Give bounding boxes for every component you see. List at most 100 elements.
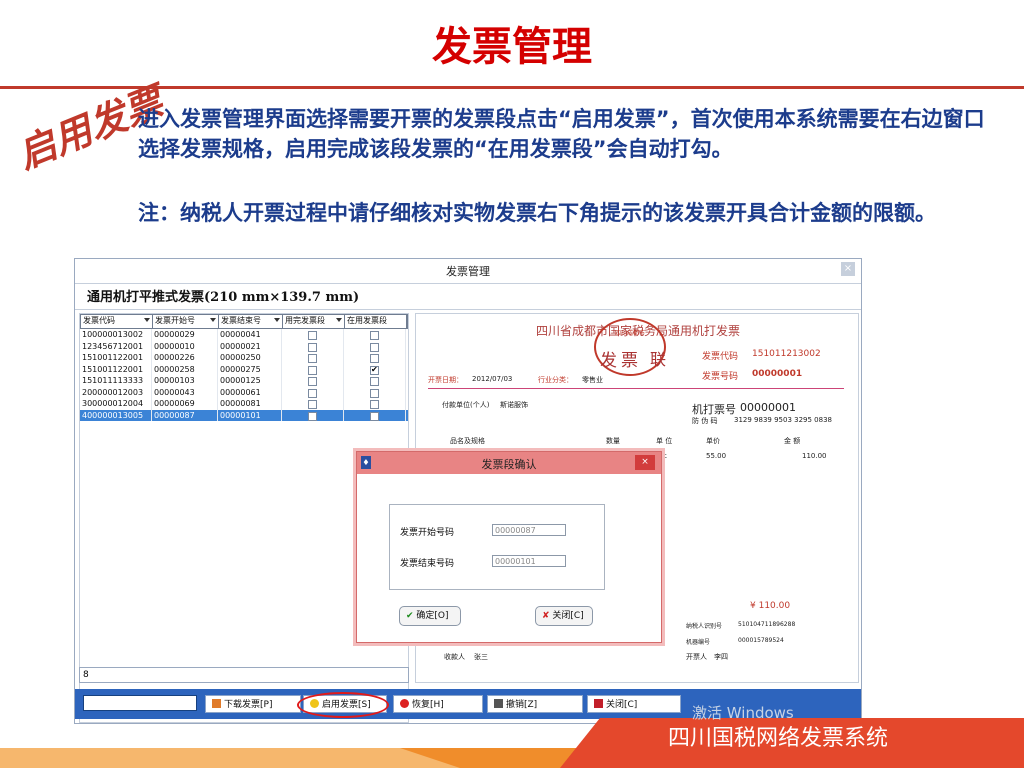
cell-start: 00000226 <box>152 352 218 364</box>
header-used-up[interactable]: 用完发票段 <box>283 315 345 328</box>
issuer-label: 开票人 <box>686 653 707 661</box>
used-up-checkbox[interactable] <box>308 411 317 421</box>
cell-in_use <box>344 363 406 375</box>
payer-value: 斯诺服饰 <box>500 401 528 409</box>
cell-used_up <box>282 340 344 352</box>
cell-used_up <box>282 363 344 375</box>
in-use-checkbox[interactable] <box>370 411 379 421</box>
cell-code: 100000013002 <box>80 329 152 341</box>
instruction-paragraph: 进入发票管理界面选择需要开票的发票段点击“启用发票”，首次使用本系统需要在右边窗… <box>138 107 985 161</box>
invoice-number-label: 发票号码 <box>702 372 739 382</box>
invoice-spec-title: 通用机打平推式发票(210 mm×139.7 mm) <box>87 290 360 305</box>
close-button[interactable]: 关闭[C] <box>587 695 681 713</box>
machine-code-label: 机器编号 <box>686 639 711 646</box>
sort-dropdown-icon[interactable] <box>210 318 216 322</box>
col-item: 品名及规格 <box>450 437 485 445</box>
progress-field <box>83 695 197 711</box>
cell-in_use <box>344 340 406 352</box>
cell-start: 00000103 <box>152 375 218 387</box>
cell-code: 400000013005 <box>80 409 152 421</box>
cell-in_use <box>344 329 406 341</box>
cell-start: 00000010 <box>152 340 218 352</box>
in-use-checkbox[interactable] <box>370 364 379 375</box>
ok-button[interactable]: ✔ 确定[O] <box>399 606 461 626</box>
table-row[interactable]: 123456712001 00000010 00000021 <box>80 340 408 352</box>
cell-used_up <box>282 329 344 341</box>
cell-end: 00000061 <box>218 386 282 398</box>
close-door-icon <box>594 699 603 708</box>
table-body: 100000013002 00000029 00000041 123456712001… <box>80 329 408 421</box>
table-row[interactable]: 151011113333 00000103 00000125 <box>80 375 408 387</box>
machine-number-value: 00000001 <box>740 401 796 414</box>
issue-date-label: 开票日期： <box>428 376 463 384</box>
col-amount: 金 额 <box>784 437 801 445</box>
header-start-number[interactable]: 发票开始号 <box>153 315 219 328</box>
issue-date-value: 2012/07/03 <box>472 375 513 383</box>
cell-end: 00000275 <box>218 363 282 375</box>
machine-number-label: 机打票号 <box>692 403 736 416</box>
table-row[interactable]: 151001122001 00000258 00000275 <box>80 363 408 375</box>
table-row[interactable]: 300000012004 00000069 00000081 <box>80 398 408 410</box>
row-price: 55.00 <box>706 452 727 460</box>
used-up-checkbox[interactable] <box>308 365 317 375</box>
end-number-input[interactable]: 00000101 <box>492 555 566 567</box>
dialog-close-button[interactable]: ✘ 关闭[C] <box>535 606 593 626</box>
restore-icon <box>400 699 409 708</box>
in-use-checkbox[interactable] <box>370 377 379 386</box>
table-row[interactable]: 151001122001 00000226 00000250 <box>80 352 408 364</box>
invoice-code-value: 151011213002 <box>752 349 821 359</box>
segment-confirm-dialog: ♦ 发票段确认 × 发票开始号码 00000087 发票结束号码 0000010… <box>356 451 662 643</box>
in-use-checkbox[interactable] <box>370 400 379 409</box>
header-invoice-code[interactable]: 发票代码 <box>81 315 153 328</box>
cell-end: 00000125 <box>218 375 282 387</box>
restore-button[interactable]: 恢复[H] <box>393 695 483 713</box>
used-up-checkbox[interactable] <box>308 388 317 398</box>
trash-icon <box>494 699 503 708</box>
x-icon: ✘ <box>542 611 550 621</box>
start-number-input[interactable]: 00000087 <box>492 524 566 536</box>
cell-start: 00000258 <box>152 363 218 375</box>
cell-end: 00000081 <box>218 398 282 410</box>
invoice-label: 发票 <box>600 351 642 371</box>
anti-fake-value: 3129 9839 9503 3295 0838 <box>734 416 832 424</box>
table-row[interactable]: 200000012003 00000043 00000061 <box>80 386 408 398</box>
table-row[interactable]: 400000013005 00000087 00000101 <box>80 409 408 421</box>
range-groupbox: 发票开始号码 00000087 发票结束号码 00000101 <box>389 504 605 590</box>
payee-value: 张三 <box>474 653 488 661</box>
in-use-checkbox[interactable] <box>370 331 379 340</box>
used-up-checkbox[interactable] <box>308 377 317 386</box>
header-end-number[interactable]: 发票结束号 <box>219 315 283 328</box>
cell-in_use <box>344 398 406 410</box>
in-use-checkbox[interactable] <box>370 354 379 363</box>
used-up-checkbox[interactable] <box>308 342 317 352</box>
used-up-checkbox[interactable] <box>308 354 317 363</box>
row-amount: 110.00 <box>802 452 827 460</box>
payer-label: 付款单位(个人) <box>442 401 490 409</box>
sort-dropdown-icon[interactable] <box>144 318 150 322</box>
download-invoice-button[interactable]: 下载发票[P] <box>205 695 301 713</box>
cell-code: 123456712001 <box>80 340 152 352</box>
window-close-button[interactable]: × <box>841 262 855 276</box>
cancel-invoice-button[interactable]: 撤销[Z] <box>487 695 583 713</box>
sort-dropdown-icon[interactable] <box>336 318 342 322</box>
enable-button-highlight <box>297 692 389 718</box>
header-in-use[interactable]: 在用发票段 <box>345 315 407 328</box>
taxpayer-id-label: 纳税人识别号 <box>686 623 723 630</box>
taxpayer-id-value: 510104711896288 <box>738 621 796 628</box>
used-up-checkbox[interactable] <box>308 400 317 409</box>
table-header: 发票代码 发票开始号 发票结束号 用完发票段 在用发票段 <box>80 314 408 329</box>
col-unit: 单 位 <box>656 437 673 445</box>
stamp-text: 四川成都市 <box>614 330 645 337</box>
status-field: 8 <box>79 667 409 683</box>
in-use-checkbox[interactable] <box>370 342 379 352</box>
col-price: 单价 <box>706 437 720 445</box>
dialog-close-icon[interactable]: × <box>635 455 655 470</box>
cell-used_up <box>282 375 344 387</box>
table-row[interactable]: 100000013002 00000029 00000041 <box>80 329 408 341</box>
sort-dropdown-icon[interactable] <box>274 318 280 322</box>
col-qty: 数量 <box>606 437 620 445</box>
cell-end: 00000250 <box>218 352 282 364</box>
in-use-checkbox[interactable] <box>370 388 379 398</box>
cell-used_up <box>282 398 344 410</box>
used-up-checkbox[interactable] <box>308 331 317 340</box>
